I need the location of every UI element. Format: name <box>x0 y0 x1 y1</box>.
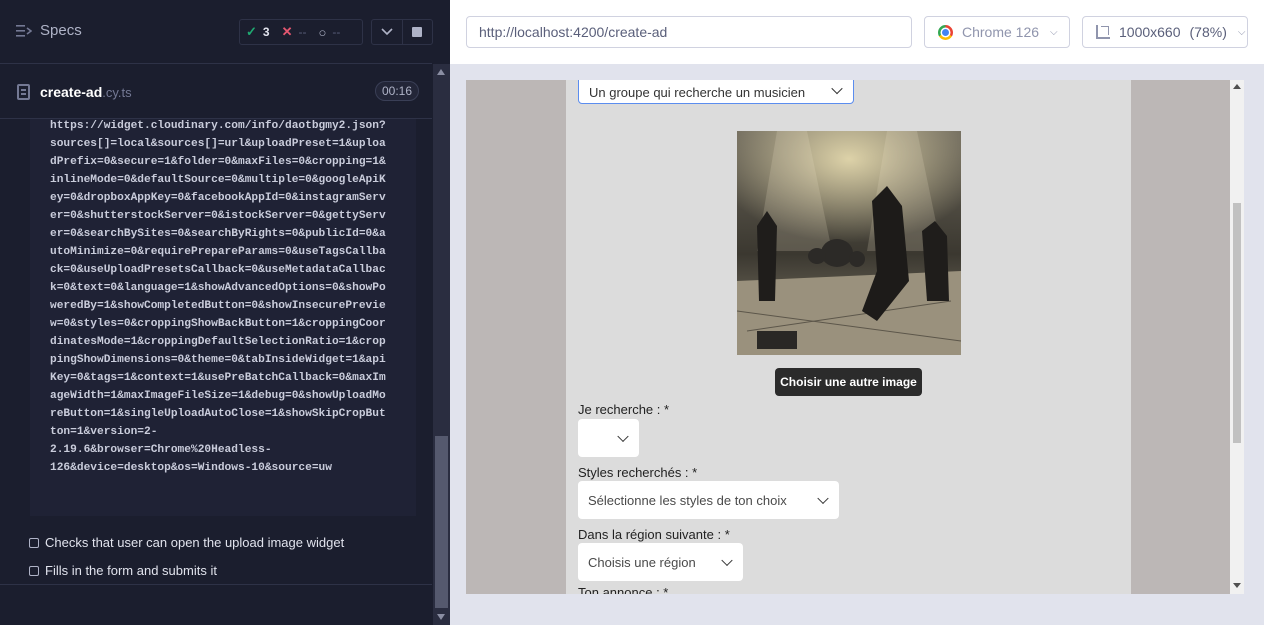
test-item[interactable]: Fills in the form and submits it <box>29 563 217 578</box>
passed-value: 3 <box>262 25 270 39</box>
change-image-button[interactable]: Choisir une autre image <box>775 368 922 396</box>
aut-iframe: Un groupe qui recherche un musicien Choi… <box>466 80 1244 594</box>
reporter-scrollbar[interactable] <box>433 64 450 625</box>
x-icon: ✕ <box>281 24 293 39</box>
spec-ext-text: .cy.ts <box>102 85 132 100</box>
scroll-down-arrow-icon[interactable] <box>437 614 445 620</box>
scrollbar-thumb[interactable] <box>435 436 448 608</box>
pending-value: -- <box>332 25 341 39</box>
scroll-down-arrow-icon[interactable] <box>1233 583 1241 588</box>
styles-placeholder: Sélectionne les styles de ton choix <box>588 492 787 508</box>
file-icon <box>17 84 30 100</box>
chevron-down-icon: ⌵ <box>1237 26 1246 38</box>
test-item[interactable]: Checks that user can open the upload ima… <box>29 535 344 550</box>
page-scrollbar[interactable] <box>1230 80 1244 594</box>
specs-label: Specs <box>40 22 82 39</box>
app-under-test-panel: http://localhost:4200/create-ad Chrome 1… <box>450 0 1264 625</box>
menu-icon <box>16 24 32 37</box>
failed-value: -- <box>298 25 307 39</box>
url-bar[interactable]: http://localhost:4200/create-ad <box>466 16 912 48</box>
region-label: Dans la région suivante : * <box>578 527 730 542</box>
ad-text-label: Ton annonce : * <box>578 585 669 594</box>
aut-header: http://localhost:4200/create-ad Chrome 1… <box>450 0 1264 64</box>
expand-button[interactable] <box>372 20 402 44</box>
test-status-icon <box>29 537 39 548</box>
browser-selector[interactable]: Chrome 126 ⌵ <box>924 16 1070 48</box>
browser-name: Chrome 126 <box>962 24 1040 40</box>
cypress-reporter: Specs ✓ 3 ✕ -- ○ -- create-ad.cy.ts 00:1… <box>0 0 450 625</box>
styles-select[interactable]: Sélectionne les styles de ton choix <box>578 481 839 519</box>
passed-count: ✓ 3 <box>240 20 276 44</box>
check-icon: ✓ <box>246 24 257 39</box>
stop-icon <box>412 27 423 37</box>
band-image <box>737 131 961 355</box>
styles-label: Styles recherchés : * <box>578 465 698 480</box>
region-select[interactable]: Choisis une région <box>578 543 743 581</box>
viewport-size: 1000x660 <box>1119 24 1181 40</box>
scrollbar-thumb[interactable] <box>1233 203 1241 443</box>
chrome-icon <box>938 24 953 40</box>
specs-toggle-button[interactable]: Specs <box>16 22 82 39</box>
ruler-icon <box>1096 25 1110 39</box>
spec-name-text: create-ad <box>40 84 103 100</box>
spec-file-name: create-ad.cy.ts <box>40 84 132 100</box>
viewport-selector[interactable]: 1000x660 (78%) ⌵ <box>1082 16 1248 48</box>
failed-count: ✕ -- <box>276 20 313 44</box>
ad-type-select[interactable]: Un groupe qui recherche un musicien <box>578 80 854 104</box>
pending-circle-icon: ○ <box>318 24 327 40</box>
create-ad-page: Un groupe qui recherche un musicien Choi… <box>566 80 1131 594</box>
scroll-up-arrow-icon[interactable] <box>1233 84 1241 89</box>
region-placeholder: Choisis une région <box>588 554 696 570</box>
stop-button[interactable] <box>401 20 433 44</box>
test-title: Checks that user can open the upload ima… <box>45 535 345 550</box>
chevron-down-icon <box>381 28 393 36</box>
test-stats: ✓ 3 ✕ -- ○ -- <box>239 19 363 45</box>
spec-duration: 00:16 <box>375 81 420 101</box>
run-controls <box>371 19 433 45</box>
divider <box>0 584 432 585</box>
seek-select[interactable] <box>578 419 639 457</box>
scroll-up-arrow-icon[interactable] <box>437 69 445 75</box>
seek-label: Je recherche : * <box>578 402 670 417</box>
reporter-header: Specs ✓ 3 ✕ -- ○ -- <box>0 0 433 64</box>
request-url-log: https://widget.cloudinary.com/info/daotb… <box>50 120 386 474</box>
band-illustration <box>737 131 961 355</box>
chevron-down-icon <box>617 430 629 443</box>
chevron-down-icon: ⌵ <box>1050 26 1058 38</box>
pending-count: ○ -- <box>313 20 347 44</box>
ad-type-value: Un groupe qui recherche un musicien <box>589 84 806 100</box>
spec-header[interactable]: create-ad.cy.ts <box>0 65 432 119</box>
chevron-down-icon <box>721 554 733 567</box>
test-status-icon <box>29 565 39 576</box>
viewport-scale: (78%) <box>1189 24 1227 40</box>
test-title: Fills in the form and submits it <box>45 563 217 578</box>
chevron-down-icon <box>817 492 829 505</box>
chevron-down-icon <box>831 82 843 95</box>
